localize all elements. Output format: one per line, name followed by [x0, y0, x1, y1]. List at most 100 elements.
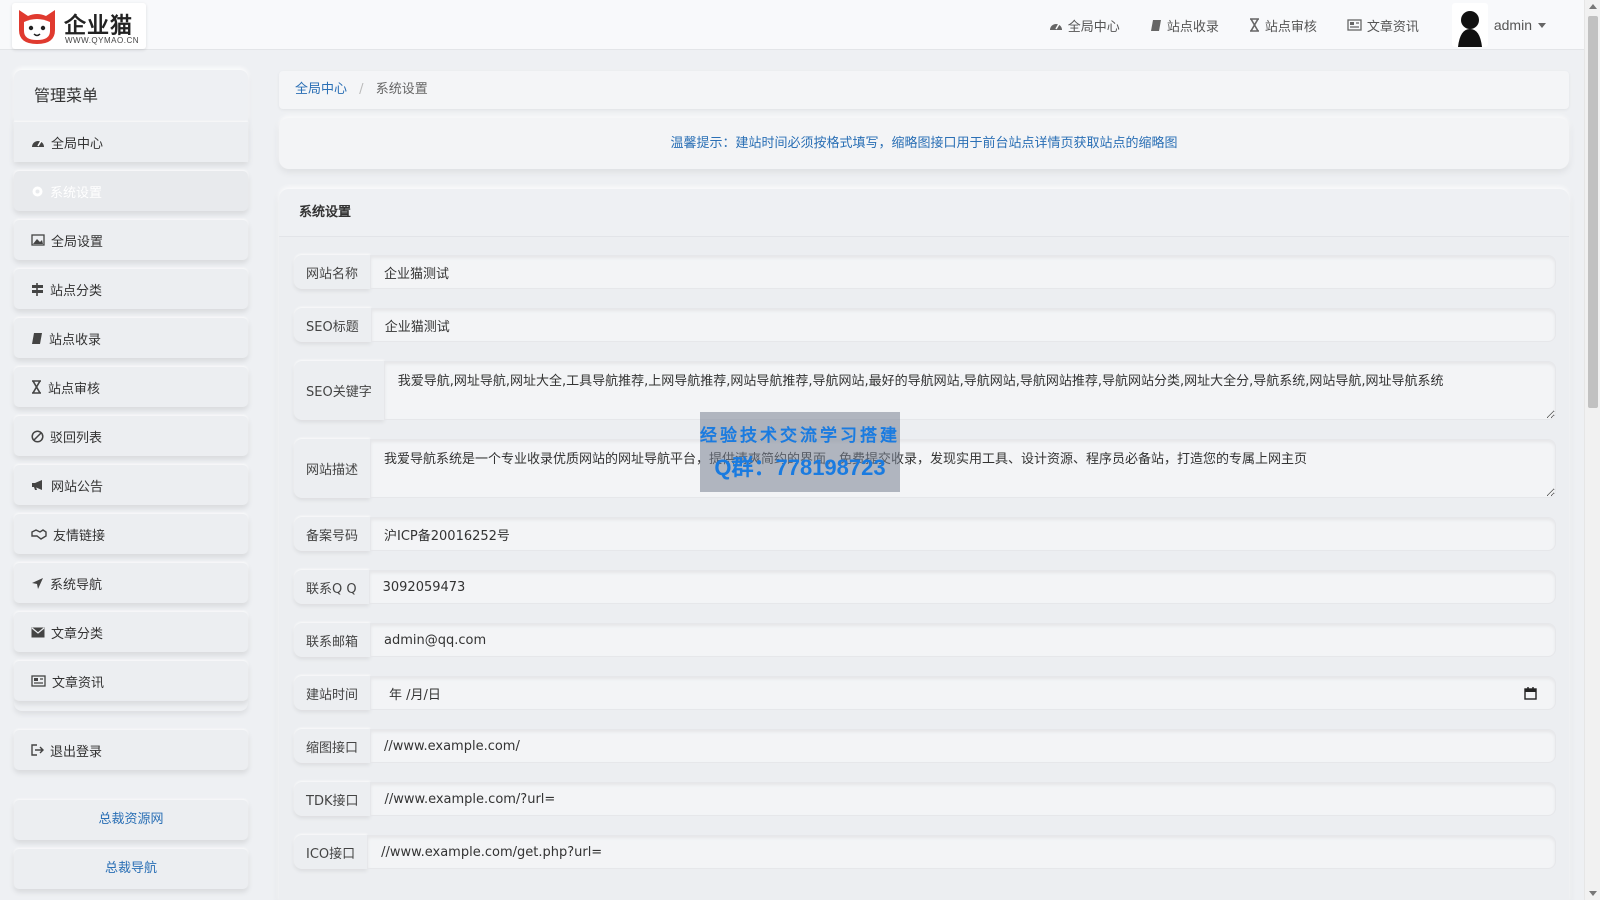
- sidebar-item-dashboard[interactable]: 全局中心: [14, 122, 248, 162]
- sidebar: 管理菜单 全局中心 系统设置 全局设置 站点分类 站点收录 站点审核 驳回列表 …: [14, 70, 248, 889]
- newspaper-icon: [31, 675, 46, 687]
- sidebar-item-articles[interactable]: 文章资讯: [14, 661, 248, 701]
- site-desc-textarea[interactable]: 我爱导航系统是一个专业收录优质网站的网址导航平台，提供清爽简约的界面，免费提交收…: [370, 439, 1556, 498]
- sidebar-item-label: 系统导航: [50, 577, 103, 593]
- sidebar-item-announcement[interactable]: 网站公告: [14, 465, 248, 505]
- top-menu: 全局中心 站点收录 站点审核 文章资讯 admin: [1034, 0, 1546, 50]
- topnav-articles[interactable]: 文章资讯: [1332, 0, 1434, 50]
- thumb-api-input[interactable]: [370, 729, 1556, 763]
- topnav-dashboard[interactable]: 全局中心: [1034, 0, 1135, 50]
- page-scrollbar[interactable]: [1584, 0, 1600, 900]
- calendar-icon[interactable]: [1524, 686, 1537, 700]
- book-icon: [1150, 19, 1161, 31]
- book-icon: [32, 332, 42, 344]
- sidebar-item-label: 站点分类: [50, 283, 103, 299]
- sidebar-item-label: 全局设置: [51, 234, 104, 250]
- breadcrumb-current: 系统设置: [375, 82, 428, 97]
- chevron-down-icon: [1538, 22, 1546, 28]
- top-navbar: 企业猫 WWW.QYMAO.CN 全局中心 站点收录 站点审核 文章资讯 adm…: [0, 0, 1584, 50]
- row-site-name: 网站名称: [294, 255, 1556, 289]
- dashboard-icon: [32, 140, 44, 147]
- sidebar-item-site-review[interactable]: 站点审核: [14, 367, 248, 407]
- icp-input[interactable]: [370, 517, 1556, 551]
- link-resource-site[interactable]: 总裁资源网: [14, 800, 248, 840]
- row-qq: 联系Q Q: [294, 570, 1556, 604]
- sidebar-item-label: 文章分类: [51, 626, 104, 642]
- sidebar-item-site-category[interactable]: 站点分类: [14, 269, 248, 309]
- avatar: [1451, 3, 1488, 47]
- row-build-date: 建站时间 年 /月/日: [294, 676, 1556, 710]
- tdk-api-input[interactable]: [370, 782, 1556, 816]
- scroll-thumb[interactable]: [1588, 16, 1598, 408]
- user-silhouette-icon: [1457, 11, 1482, 47]
- ico-api-label: ICO接口: [294, 835, 368, 869]
- handshake-icon: [31, 529, 47, 540]
- row-seo-title: SEO标题: [294, 308, 1556, 342]
- scroll-down-icon[interactable]: [1589, 891, 1597, 896]
- thumb-api-label: 缩图接口: [294, 729, 371, 763]
- topnav-site-review-label: 站点审核: [1264, 19, 1317, 35]
- seo-keywords-label: SEO关键字: [294, 361, 384, 420]
- dashboard-icon: [1049, 23, 1062, 30]
- sidebar-item-reject-list[interactable]: 驳回列表: [14, 416, 248, 456]
- build-date-label: 建站时间: [294, 676, 371, 710]
- ban-icon: [31, 429, 44, 443]
- settings-panel: 系统设置 网站名称 SEO标题 SEO关键字 我爱导航,网址导航,网址大全,工具…: [279, 189, 1569, 900]
- cat-logo-icon: [19, 10, 55, 44]
- row-email: 联系邮箱: [294, 623, 1556, 657]
- sidebar-title: 管理菜单: [14, 70, 248, 122]
- qq-label: 联系Q Q: [294, 570, 369, 604]
- sidebar-item-friend-links[interactable]: 友情链接: [14, 514, 248, 554]
- sidebar-group-end: [14, 701, 248, 711]
- logo[interactable]: 企业猫 WWW.QYMAO.CN: [12, 3, 146, 49]
- build-date-input[interactable]: 年 /月/日: [370, 676, 1556, 710]
- topnav-articles-label: 文章资讯: [1366, 19, 1419, 35]
- panel-title: 系统设置: [279, 189, 1569, 237]
- site-desc-label: 网站描述: [294, 439, 371, 498]
- user-menu[interactable]: admin: [1434, 0, 1546, 50]
- qq-input[interactable]: [368, 570, 1556, 604]
- sidebar-item-site-collect[interactable]: 站点收录: [14, 318, 248, 358]
- breadcrumb-home[interactable]: 全局中心: [295, 82, 347, 97]
- logout-button[interactable]: 退出登录: [14, 730, 248, 770]
- seo-title-input[interactable]: [370, 308, 1556, 342]
- row-ico-api: ICO接口: [294, 835, 1556, 869]
- icp-label: 备案号码: [294, 517, 371, 551]
- site-name-input[interactable]: [370, 255, 1556, 289]
- topnav-site-review[interactable]: 站点审核: [1234, 0, 1332, 50]
- sidebar-item-label: 驳回列表: [50, 430, 103, 446]
- row-tdk-api: TDK接口: [294, 782, 1556, 816]
- breadcrumb: 全局中心 / 系统设置: [279, 71, 1569, 109]
- location-arrow-icon: [32, 577, 43, 589]
- link-navigation-site[interactable]: 总裁导航: [14, 849, 248, 889]
- sidebar-item-label: 系统设置: [50, 185, 103, 201]
- row-seo-keywords: SEO关键字 我爱导航,网址导航,网址大全,工具导航推荐,上网导航推荐,网站导航…: [294, 361, 1556, 420]
- sidebar-item-label: 全局中心: [51, 136, 104, 152]
- tdk-api-label: TDK接口: [294, 782, 371, 816]
- row-thumb-api: 缩图接口: [294, 729, 1556, 763]
- sidebar-item-label: 站点审核: [48, 381, 101, 397]
- sidebar-item-global-settings[interactable]: 全局设置: [14, 220, 248, 260]
- sidebar-item-article-category[interactable]: 文章分类: [14, 612, 248, 652]
- gear-icon: [32, 186, 43, 196]
- row-site-desc: 网站描述 我爱导航系统是一个专业收录优质网站的网址导航平台，提供清爽简约的界面，…: [294, 439, 1556, 498]
- topnav-site-collect[interactable]: 站点收录: [1135, 0, 1234, 50]
- user-name: admin: [1493, 17, 1532, 33]
- hourglass-icon: [1249, 18, 1259, 32]
- sidebar-item-label: 网站公告: [51, 479, 104, 495]
- image-icon: [31, 234, 45, 246]
- seo-keywords-textarea[interactable]: 我爱导航,网址导航,网址大全,工具导航推荐,上网导航推荐,网站导航推荐,导航网站…: [383, 361, 1556, 420]
- signpost-icon: [32, 282, 43, 296]
- logo-url: WWW.QYMAO.CN: [65, 36, 139, 45]
- topnav-dashboard-label: 全局中心: [1067, 19, 1120, 35]
- build-date-value: 年 /月/日: [389, 687, 441, 703]
- topnav-site-collect-label: 站点收录: [1166, 19, 1219, 35]
- sidebar-item-system-nav[interactable]: 系统导航: [14, 563, 248, 603]
- seo-title-label: SEO标题: [294, 308, 371, 342]
- notice-banner: 温馨提示：建站时间必须按格式填写，缩略图接口用于前台站点详情页获取站点的缩略图: [279, 118, 1569, 169]
- email-input[interactable]: [370, 623, 1556, 657]
- scroll-up-icon[interactable]: [1589, 4, 1597, 9]
- row-icp: 备案号码: [294, 517, 1556, 551]
- sidebar-item-system-settings[interactable]: 系统设置: [14, 171, 248, 211]
- ico-api-input[interactable]: [367, 835, 1556, 869]
